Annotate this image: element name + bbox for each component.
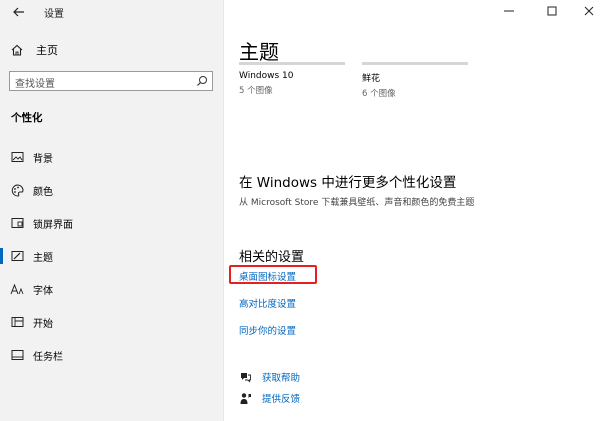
home-icon [11,44,23,56]
sidebar-item-fonts[interactable]: 字体 [0,277,222,301]
section-title: 个性化 [11,112,43,124]
related-settings-heading: 相关的设置 [239,250,305,265]
feedback-label: 提供反馈 [262,394,301,405]
selection-indicator [0,248,3,264]
feedback-link[interactable]: 提供反馈 [239,391,300,405]
sidebar-divider [223,0,224,421]
desktop-icon-settings-link[interactable]: 桌面图标设置 [239,269,296,283]
maximize-button[interactable] [542,3,562,19]
more-personalization-subtext: 从 Microsoft Store 下载兼具壁纸、声音和颜色的免费主题 [239,198,475,208]
sidebar-item-label: 主题 [33,252,53,264]
theme-preview [362,62,468,65]
back-button[interactable] [9,2,29,22]
start-menu-icon [10,315,24,329]
theme-card-flowers[interactable]: 鲜花 6 个图像 [362,62,468,99]
sidebar-item-label: 字体 [33,285,53,297]
sidebar-item-label: 背景 [33,153,53,165]
sidebar-item-label: 任务栏 [33,351,63,363]
search-icon[interactable] [196,75,208,87]
close-button[interactable] [579,3,599,19]
picture-icon [10,150,24,164]
sidebar-item-home[interactable]: 主页 [10,42,58,58]
theme-image-count: 5 个图像 [239,86,273,96]
taskbar-icon [10,348,24,362]
maximize-icon [547,6,557,16]
sidebar-item-label: 锁屏界面 [33,219,73,231]
page-title: 主题 [239,40,279,64]
app-title: 设置 [44,9,64,20]
search-box[interactable] [9,71,213,94]
palette-icon [10,183,24,197]
theme-brush-icon [10,249,24,263]
help-chat-icon [241,373,251,383]
font-icon [10,282,24,296]
sidebar-item-themes[interactable]: 主题 [0,244,222,268]
theme-image-count: 6 个图像 [362,89,396,99]
more-personalization-heading: 在 Windows 中进行更多个性化设置 [239,175,457,191]
sidebar-item-label: 颜色 [33,186,53,198]
get-help-label: 获取帮助 [262,373,301,384]
minimize-button[interactable] [499,3,519,19]
back-arrow-icon [13,7,24,17]
minimize-icon [504,10,514,12]
theme-name: 鲜花 [362,74,381,84]
sync-settings-link[interactable]: 同步你的设置 [239,323,296,337]
sidebar-item-colors[interactable]: 颜色 [0,178,222,202]
get-help-link[interactable]: 获取帮助 [239,370,300,384]
theme-name: Windows 10 [239,71,294,81]
sidebar-item-lock-screen[interactable]: 锁屏界面 [0,211,222,235]
theme-preview [239,62,345,65]
close-icon [584,6,594,16]
sidebar: 设置 主页 个性化 背景 颜色 锁屏界面 [0,0,223,421]
search-input[interactable] [10,75,190,94]
high-contrast-settings-link[interactable]: 高对比度设置 [239,296,296,310]
theme-card-windows[interactable]: Windows 10 5 个图像 [239,62,345,96]
feedback-person-icon [240,392,251,404]
sidebar-item-background[interactable]: 背景 [0,145,222,169]
home-label: 主页 [36,44,58,57]
sidebar-item-start[interactable]: 开始 [0,310,222,334]
lock-screen-icon [10,216,24,230]
sidebar-item-label: 开始 [33,318,53,330]
sidebar-item-taskbar[interactable]: 任务栏 [0,343,222,367]
